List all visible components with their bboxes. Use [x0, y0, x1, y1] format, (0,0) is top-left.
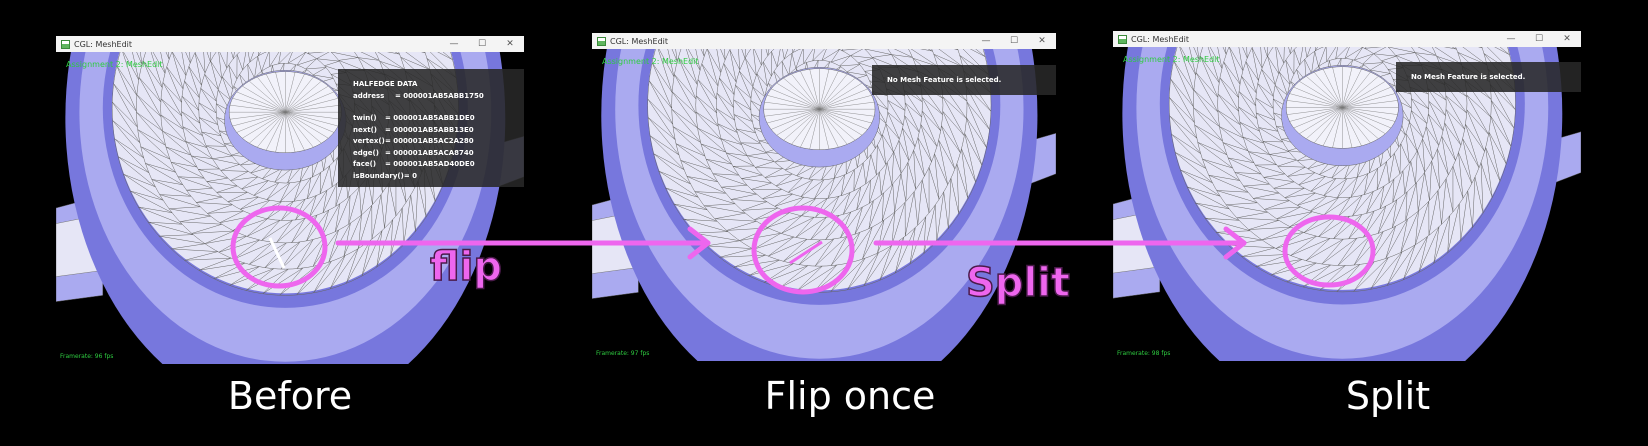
minimize-button[interactable]: — [1497, 34, 1525, 44]
halfedge-row-address: address = 000001AB5ABB1750 [353, 91, 484, 100]
halfedge-info-panel: HALFEDGE DATA address = 000001AB5ABB1750 … [338, 69, 524, 187]
window-title: CGL: MeshEdit [610, 36, 669, 46]
mesh-render[interactable] [592, 49, 1056, 361]
halfedge-row-face: face() = 000001AB5AD40DE0 [353, 160, 475, 168]
mesh-viewport[interactable]: Assignment 2: MeshEdit No Mesh Feature i… [592, 49, 1056, 361]
halfedge-row-vertex: vertex() = 000001AB5AC2A280 [353, 137, 474, 145]
close-button[interactable]: ✕ [1553, 34, 1581, 44]
window-titlebar[interactable]: CGL: MeshEdit — ☐ ✕ [56, 36, 524, 52]
hud-title: Assignment 2: MeshEdit [602, 57, 699, 66]
close-button[interactable]: ✕ [496, 39, 524, 49]
mesh-viewport[interactable]: Assignment 2: MeshEdit No Mesh Feature i… [1113, 47, 1581, 361]
caption-split: Split [1345, 374, 1431, 418]
window-title: CGL: MeshEdit [1131, 34, 1190, 44]
meshedit-window-before: CGL: MeshEdit — ☐ ✕ Assignment 2: MeshEd… [56, 36, 524, 364]
halfedge-row-edge: edge() = 000001AB5ACA8740 [353, 148, 474, 157]
minimize-button[interactable]: — [440, 39, 468, 49]
selection-status-panel: No Mesh Feature is selected. [872, 65, 1056, 95]
meshedit-window-split: CGL: MeshEdit — ☐ ✕ Assignment 2: MeshEd… [1113, 31, 1581, 361]
halfedge-header: HALFEDGE DATA [353, 80, 418, 88]
framerate-readout: Framerate: 98 fps [1117, 350, 1171, 357]
framerate-readout: Framerate: 96 fps [60, 353, 114, 360]
app-icon [61, 39, 70, 49]
app-icon [1118, 34, 1127, 44]
close-button[interactable]: ✕ [1028, 36, 1056, 46]
window-titlebar[interactable]: CGL: MeshEdit — ☐ ✕ [592, 33, 1056, 49]
hud-title: Assignment 2: MeshEdit [1123, 55, 1220, 64]
maximize-button[interactable]: ☐ [1525, 34, 1553, 44]
halfedge-row-next: next() = 000001AB5ABB13E0 [353, 125, 474, 134]
hud-title: Assignment 2: MeshEdit [66, 60, 163, 69]
maximize-button[interactable]: ☐ [1000, 36, 1028, 46]
window-titlebar[interactable]: CGL: MeshEdit — ☐ ✕ [1113, 31, 1581, 47]
halfedge-row-isboundary: isBoundary() = 0 [353, 171, 418, 180]
selection-status-panel: No Mesh Feature is selected. [1396, 62, 1581, 92]
framerate-readout: Framerate: 97 fps [596, 350, 650, 357]
caption-before: Before [227, 374, 353, 418]
mesh-render[interactable] [1113, 47, 1581, 361]
app-icon [597, 36, 606, 46]
minimize-button[interactable]: — [972, 36, 1000, 46]
meshedit-window-flip: CGL: MeshEdit — ☐ ✕ Assignment 2: MeshEd… [592, 33, 1056, 361]
halfedge-row-twin: twin() = 000001AB5ABB1DE0 [353, 114, 475, 122]
caption-flip-once: Flip once [764, 374, 936, 418]
mesh-viewport[interactable]: Assignment 2: MeshEdit HALFEDGE DATA add… [56, 52, 524, 364]
window-title: CGL: MeshEdit [74, 39, 133, 49]
maximize-button[interactable]: ☐ [468, 39, 496, 49]
